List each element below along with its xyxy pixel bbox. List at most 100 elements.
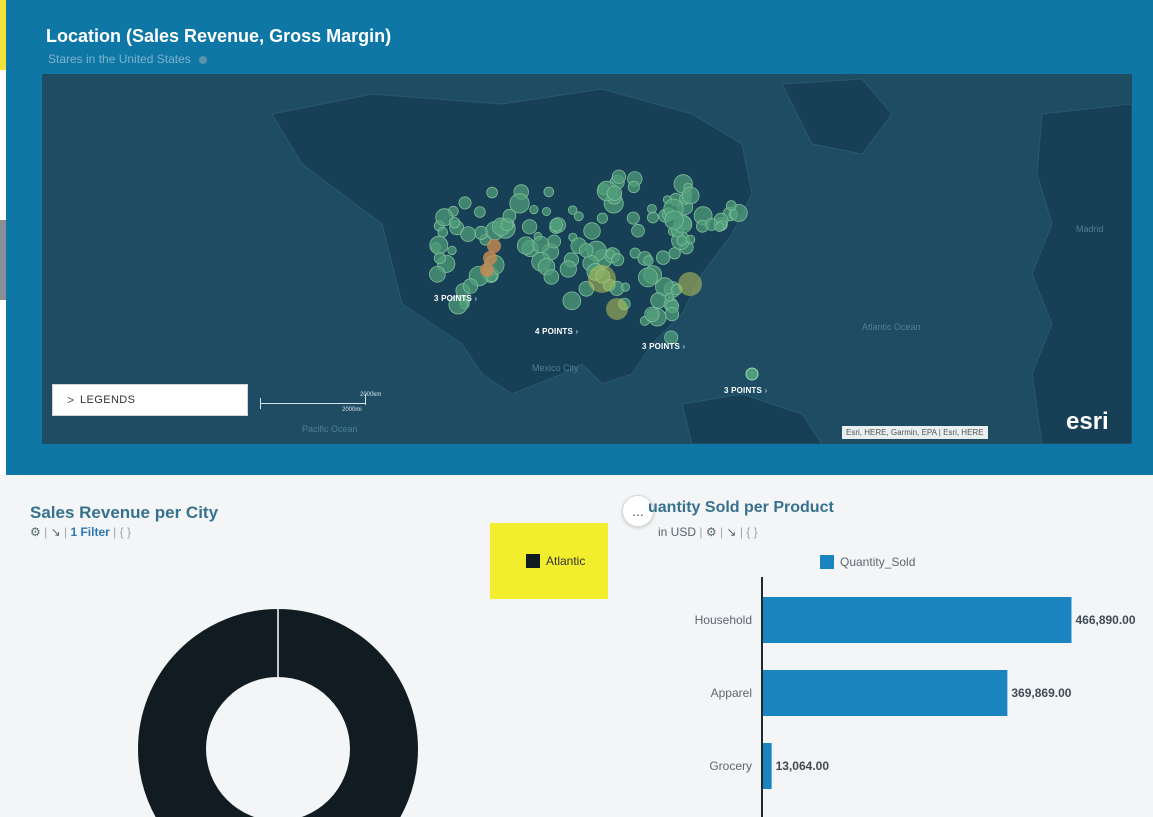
- map-point: [611, 169, 627, 184]
- scale-km: 2000km: [360, 392, 382, 398]
- settings-icon[interactable]: ⚙: [30, 525, 41, 539]
- map-point: [611, 253, 625, 267]
- map-place-label: Madrid: [1076, 224, 1104, 234]
- map-point: [502, 208, 517, 223]
- map-attribution[interactable]: Esri, HERE, Garmin, EPA | Esri, HERE: [842, 426, 988, 439]
- map-point: [521, 219, 538, 235]
- bar-value-label: 369,869.00: [1011, 686, 1071, 700]
- map-point: [606, 185, 623, 201]
- bar-value-label: 13,064.00: [776, 759, 830, 773]
- bar-category-label: Grocery: [709, 759, 752, 773]
- braces-icon[interactable]: { }: [746, 525, 757, 539]
- cluster-label[interactable]: 3 POINTS: [724, 386, 767, 395]
- map-point: [664, 292, 674, 302]
- map-cluster-ring: [678, 272, 702, 296]
- drill-icon[interactable]: ↘: [51, 525, 61, 539]
- map-point: [647, 211, 659, 224]
- map-point: [559, 260, 577, 278]
- map-point: [429, 266, 446, 283]
- map-hot-point: [483, 251, 497, 265]
- map-point: [714, 221, 725, 232]
- bar-chart-title: uantity Sold per Product: [648, 499, 834, 516]
- map-cluster-ring: [606, 298, 628, 320]
- braces-icon[interactable]: { }: [120, 525, 131, 539]
- map-title: Location (Sales Revenue, Gross Margin): [46, 26, 392, 46]
- map-point: [447, 245, 457, 256]
- map-point: [462, 278, 479, 294]
- map-place-label: Atlantic Ocean: [862, 322, 921, 332]
- map-point: [532, 235, 550, 253]
- map-point: [486, 186, 498, 199]
- map-point: [562, 291, 582, 311]
- drill-icon[interactable]: ↘: [726, 525, 736, 539]
- map-point: [474, 206, 486, 218]
- bar: [763, 743, 772, 789]
- map-point: [664, 210, 684, 230]
- bar-category-label: Apparel: [711, 686, 752, 700]
- map-point: [437, 227, 449, 238]
- map-point: [448, 217, 461, 229]
- legend-swatch: [820, 555, 834, 569]
- bar-chart-legend[interactable]: Quantity_Sold: [820, 555, 915, 569]
- map-point: [655, 250, 671, 265]
- map-point: [626, 211, 640, 225]
- map-point: [516, 236, 536, 255]
- map-point: [429, 235, 449, 255]
- map-point: [664, 307, 680, 322]
- bar-chart-subtitle: in USD | ⚙ | ↘ | { }: [658, 525, 758, 539]
- cluster-label[interactable]: 3 POINTS: [434, 294, 477, 303]
- map-point: [631, 223, 645, 238]
- lower-dashboard: Sales Revenue per City ⚙ | ↘ | 1 Filter …: [0, 475, 1153, 817]
- map-point: [568, 205, 578, 215]
- map-cluster-ring: [588, 265, 616, 293]
- map-point: [543, 269, 560, 285]
- map-point: [725, 200, 737, 211]
- map-hot-point: [487, 239, 501, 253]
- bar-value-label: 466,890.00: [1075, 613, 1135, 627]
- map-point: [578, 243, 594, 258]
- esri-logo: esri: [1066, 408, 1109, 435]
- donut-legend[interactable]: Atlantic: [490, 523, 608, 599]
- map-point: [620, 282, 631, 292]
- map-widget: Location (Sales Revenue, Gross Margin) S…: [6, 0, 1153, 475]
- filter-link[interactable]: 1 Filter: [70, 525, 109, 539]
- legends-toggle-button[interactable]: > LEGENDS: [52, 384, 248, 416]
- map-point: [745, 367, 759, 381]
- map-point: [685, 234, 696, 245]
- bar-category-label: Household: [695, 613, 752, 627]
- map-point: [643, 255, 654, 266]
- scale-mi: 2000mi: [342, 407, 362, 413]
- map-point: [543, 186, 555, 198]
- donut-chart-subtitle: ⚙ | ↘ | 1 Filter | { }: [30, 525, 131, 539]
- map-point: [433, 252, 446, 265]
- map-place-label: Mexico City: [532, 363, 579, 373]
- map-point: [681, 186, 700, 205]
- cluster-label[interactable]: 3 POINTS: [642, 342, 685, 351]
- info-icon[interactable]: [198, 55, 207, 64]
- donut-chart-title: Sales Revenue per City: [30, 503, 219, 522]
- bar: [763, 670, 1008, 716]
- map-canvas[interactable]: 3 POINTS 4 POINTS 3 POINTS 3 POINTS Atla…: [42, 74, 1132, 444]
- bar: [763, 597, 1072, 643]
- map-point: [460, 226, 477, 243]
- map-subtitle-text: Stares in the United States: [48, 52, 191, 66]
- legend-label: Atlantic: [546, 554, 586, 568]
- map-point: [529, 205, 539, 215]
- chevron-right-icon: >: [67, 393, 75, 407]
- legend-swatch: [526, 554, 540, 568]
- map-point: [549, 218, 563, 232]
- landmass-south-america: [681, 393, 823, 444]
- map-point: [638, 267, 658, 288]
- legends-label: LEGENDS: [80, 394, 136, 406]
- bar-chart: Household 466,890.00 Apparel 369,869.00 Groc…: [695, 577, 1136, 817]
- legend-label: Quantity_Sold: [840, 555, 916, 569]
- map-hot-point: [480, 263, 494, 277]
- cluster-label[interactable]: 4 POINTS: [535, 327, 578, 336]
- map-point: [458, 196, 472, 210]
- map-scale-bar: 2000km 2000mi: [260, 392, 381, 416]
- currency-label: in USD: [658, 525, 697, 539]
- settings-icon[interactable]: ⚙: [706, 525, 717, 539]
- map-point: [668, 247, 681, 260]
- map-point: [627, 180, 640, 194]
- map-point: [547, 234, 561, 249]
